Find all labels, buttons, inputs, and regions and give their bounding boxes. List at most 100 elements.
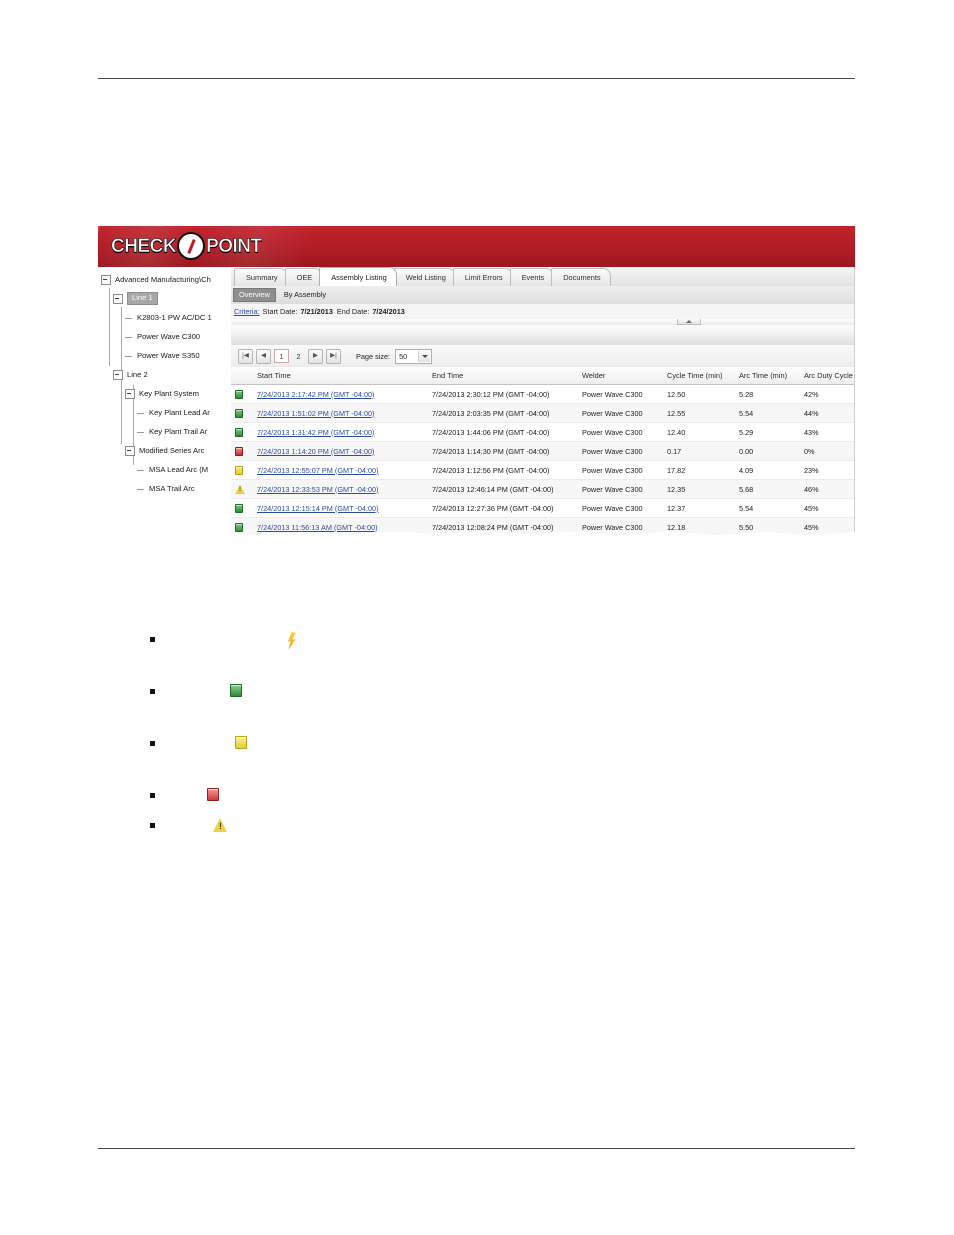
start-time-link[interactable]: 7/24/2013 2:17:42 PM (GMT -04:00) bbox=[257, 390, 375, 399]
bullet-square-icon bbox=[150, 793, 155, 798]
chevron-down-icon[interactable] bbox=[418, 350, 431, 362]
table-row[interactable]: 7/24/2013 1:51:02 PM (GMT -04:00) 7/24/2… bbox=[231, 403, 855, 423]
criteria-link[interactable]: Criteria: bbox=[234, 307, 260, 316]
status-yellow-icon bbox=[235, 465, 243, 475]
list-item bbox=[150, 818, 750, 848]
start-time-link[interactable]: 7/24/2013 12:15:14 PM (GMT -04:00) bbox=[257, 504, 379, 513]
tab-oee[interactable]: OEE bbox=[284, 268, 323, 286]
status-green-icon bbox=[235, 427, 243, 437]
page-size-value: 50 bbox=[399, 351, 408, 361]
tree-item-k2803-1[interactable]: K2803-1 PW AC/DC 1 bbox=[98, 308, 231, 327]
welder-cell: Power Wave C300 bbox=[578, 479, 663, 499]
table-row[interactable]: 7/24/2013 12:55:07 PM (GMT -04:00) 7/24/… bbox=[231, 460, 855, 480]
status-cell bbox=[231, 460, 253, 480]
end-time-cell: 7/24/2013 2:03:35 PM (GMT -04:00) bbox=[428, 403, 578, 423]
tab-summary[interactable]: Summary bbox=[234, 268, 288, 286]
column-header-arc-duty-cycle[interactable]: Arc Duty Cycle bbox=[800, 367, 855, 385]
arc-duty-cycle-cell: 23% bbox=[800, 460, 855, 480]
tree-item-modified-series-arc[interactable]: Modified Series Arc bbox=[98, 441, 231, 460]
next-page-icon: ▶ bbox=[313, 351, 318, 359]
tab-assembly-listing[interactable]: Assembly Listing bbox=[319, 267, 397, 286]
column-header-end-time[interactable]: End Time bbox=[428, 367, 578, 385]
minus-expander-icon[interactable] bbox=[113, 293, 123, 304]
status-green-icon bbox=[235, 503, 243, 513]
column-header-welder[interactable]: Welder bbox=[578, 367, 663, 385]
logo-text-right: POINT bbox=[206, 235, 263, 257]
subtab-by-assembly[interactable]: By Assembly bbox=[278, 288, 332, 302]
column-header-arc-time[interactable]: Arc Time (min) bbox=[735, 367, 800, 385]
page-number-1[interactable]: 1 bbox=[274, 349, 289, 363]
tree-item-key-plant-trail-arc[interactable]: Key Plant Trail Ar bbox=[98, 422, 231, 441]
tab-limit-errors[interactable]: Limit Errors bbox=[452, 268, 513, 286]
minus-expander-icon[interactable] bbox=[101, 274, 111, 285]
main-tab-strip[interactable]: Summary OEE Assembly Listing Weld Listin… bbox=[231, 267, 855, 287]
start-time-link[interactable]: 7/24/2013 12:55:07 PM (GMT -04:00) bbox=[257, 466, 379, 475]
page-number-2[interactable]: 2 bbox=[292, 350, 305, 362]
table-row[interactable]: 7/24/2013 1:31:42 PM (GMT -04:00) 7/24/2… bbox=[231, 422, 855, 442]
tree-elbow-icon bbox=[137, 466, 145, 474]
tree-item-key-plant-lead-arc[interactable]: Key Plant Lead Ar bbox=[98, 403, 231, 422]
last-page-button[interactable]: ▶| bbox=[326, 348, 341, 364]
tree-item-msa-trail-arc[interactable]: MSA Trail Arc bbox=[98, 479, 231, 498]
bullet-square-icon bbox=[150, 689, 155, 694]
start-time-link[interactable]: 7/24/2013 1:51:02 PM (GMT -04:00) bbox=[257, 409, 375, 418]
grid-toolbar bbox=[231, 325, 855, 346]
table-row[interactable]: 7/24/2013 12:33:53 PM (GMT -04:00) 7/24/… bbox=[231, 479, 855, 499]
cycle-time-cell: 12.35 bbox=[663, 479, 735, 499]
assembly-listing-grid[interactable]: Start Time End Time Welder Cycle Time (m… bbox=[231, 367, 855, 536]
app-banner: CHECK POINT bbox=[98, 226, 855, 268]
next-page-button[interactable]: ▶ bbox=[308, 348, 323, 364]
status-cell bbox=[231, 479, 253, 499]
tab-documents[interactable]: Documents bbox=[551, 268, 611, 286]
column-header-start-time[interactable]: Start Time bbox=[253, 367, 428, 385]
application-window: CHECK POINT Advanced Manufacturing\Ch Li… bbox=[98, 226, 855, 536]
navigation-tree[interactable]: Advanced Manufacturing\Ch Line 1 K2803-1… bbox=[98, 267, 232, 536]
page-size-select[interactable]: 50 bbox=[395, 348, 433, 364]
grid-pager[interactable]: |◀ ◀ 1 2 ▶ ▶| Page size: 50 bbox=[231, 345, 855, 368]
minus-expander-icon[interactable] bbox=[125, 388, 135, 399]
tree-item-key-plant-system[interactable]: Key Plant System bbox=[98, 384, 231, 403]
status-column-header bbox=[231, 367, 253, 385]
table-row[interactable]: 7/24/2013 12:15:14 PM (GMT -04:00) 7/24/… bbox=[231, 498, 855, 518]
tree-item-label: Key Plant System bbox=[139, 388, 199, 398]
start-time-link[interactable]: 7/24/2013 11:56:13 AM (GMT -04:00) bbox=[257, 523, 378, 532]
previous-page-button[interactable]: ◀ bbox=[256, 348, 271, 364]
start-time-link[interactable]: 7/24/2013 1:31:42 PM (GMT -04:00) bbox=[257, 428, 375, 437]
bullet-square-icon bbox=[150, 637, 155, 642]
arc-time-cell: 5.29 bbox=[735, 422, 800, 442]
yellow-square-icon bbox=[235, 736, 247, 749]
tree-item-msa-lead-arc[interactable]: MSA Lead Arc (M bbox=[98, 460, 231, 479]
tree-item-line-1[interactable]: Line 1 bbox=[98, 289, 231, 308]
page-size-label: Page size: bbox=[356, 351, 391, 361]
minus-expander-icon[interactable] bbox=[125, 445, 135, 456]
lightning-bolt-icon bbox=[285, 632, 297, 650]
sub-tab-strip[interactable]: Overview By Assembly bbox=[231, 286, 855, 305]
last-page-icon: ▶| bbox=[330, 351, 337, 359]
tab-label: OEE bbox=[296, 273, 313, 282]
tree-item-power-wave-s350[interactable]: Power Wave S350 bbox=[98, 346, 231, 365]
end-date-label: End Date: bbox=[336, 307, 370, 316]
tree-item-line-2[interactable]: Line 2 bbox=[98, 365, 231, 384]
cycle-time-cell: 0.17 bbox=[663, 441, 735, 461]
table-row[interactable]: 7/24/2013 2:17:42 PM (GMT -04:00) 7/24/2… bbox=[231, 384, 855, 404]
welder-cell: Power Wave C300 bbox=[578, 498, 663, 518]
minus-expander-icon[interactable] bbox=[113, 369, 123, 380]
start-time-cell: 7/24/2013 12:55:07 PM (GMT -04:00) bbox=[253, 460, 428, 480]
tree-item-advanced-manufacturing[interactable]: Advanced Manufacturing\Ch bbox=[98, 270, 231, 289]
logo-text-left: CHECK bbox=[111, 235, 177, 257]
tab-weld-listing[interactable]: Weld Listing bbox=[393, 268, 456, 286]
tab-events[interactable]: Events bbox=[509, 268, 555, 286]
subtab-overview[interactable]: Overview bbox=[233, 288, 276, 302]
tab-label: Documents bbox=[563, 273, 601, 282]
column-header-cycle-time[interactable]: Cycle Time (min) bbox=[663, 367, 735, 385]
start-time-cell: 7/24/2013 2:17:42 PM (GMT -04:00) bbox=[253, 384, 428, 404]
end-time-cell: 7/24/2013 1:44:06 PM (GMT -04:00) bbox=[428, 422, 578, 442]
start-time-link[interactable]: 7/24/2013 1:14:20 PM (GMT -04:00) bbox=[257, 447, 375, 456]
cycle-time-cell: 12.40 bbox=[663, 422, 735, 442]
table-row[interactable]: 7/24/2013 1:14:20 PM (GMT -04:00) 7/24/2… bbox=[231, 441, 855, 461]
tree-item-power-wave-c300[interactable]: Power Wave C300 bbox=[98, 327, 231, 346]
subtab-label: Overview bbox=[239, 290, 270, 299]
red-square-icon bbox=[207, 788, 219, 801]
start-time-link[interactable]: 7/24/2013 12:33:53 PM (GMT -04:00) bbox=[257, 485, 379, 494]
first-page-button[interactable]: |◀ bbox=[238, 348, 253, 364]
